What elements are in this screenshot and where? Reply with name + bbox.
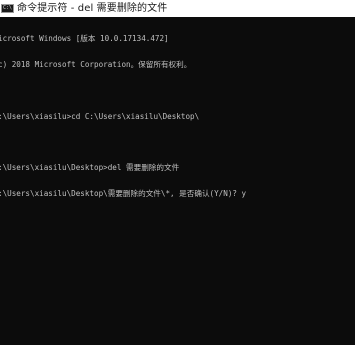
console-line-blank (0, 87, 355, 96)
console-line-copyright: c) 2018 Microsoft Corporation。保留所有权利。 (0, 59, 192, 69)
console-line-confirm-prompt: :\Users\xiasilu\Desktop\需要删除的文件\*, 是否确认(… (0, 188, 247, 198)
window-title: 命令提示符 - del 需要删除的文件 (17, 3, 168, 14)
title-bar[interactable]: 命令提示符 - del 需要删除的文件 (0, 0, 355, 17)
console-line-blank (0, 138, 355, 147)
command-prompt-icon (1, 4, 14, 13)
command-prompt-window: 命令提示符 - del 需要删除的文件 icrosoft Windows [版本… (0, 0, 355, 345)
console-line-del-command: :\Users\xiasilu\Desktop>del 需要删除的文件 (0, 163, 180, 173)
console-line-version: icrosoft Windows [版本 10.0.17134.472] (0, 34, 169, 44)
console-output[interactable]: icrosoft Windows [版本 10.0.17134.472] c) … (0, 18, 355, 345)
console-line-cd-command: :\Users\xiasilu>cd C:\Users\xiasilu\Desk… (0, 111, 200, 121)
